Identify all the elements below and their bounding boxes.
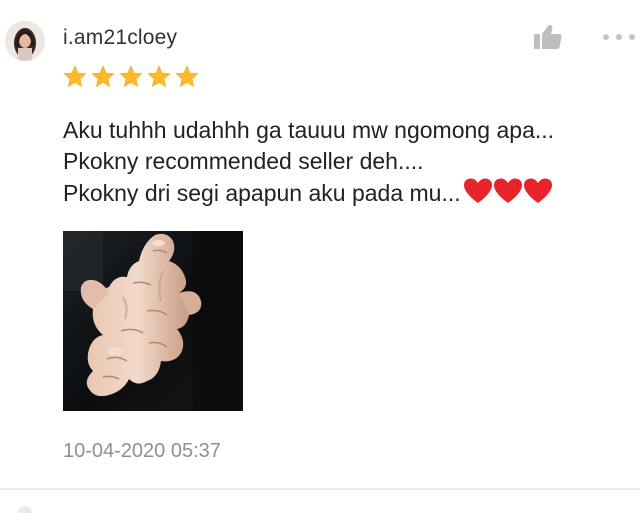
- review-photo[interactable]: [63, 231, 243, 411]
- ginger-root-photo: [63, 231, 243, 411]
- star-icon: [175, 65, 199, 87]
- avatar-photo: [5, 21, 45, 61]
- next-review-avatar-peek: [18, 506, 32, 513]
- red-heart-icons: [463, 178, 552, 203]
- comment-line-2: Pkokny recommended seller deh....: [63, 148, 424, 174]
- comment-line-3-text: Pkokny dri segi apapun aku pada mu...: [63, 180, 461, 206]
- like-button[interactable]: [532, 23, 564, 51]
- hearts-emoji: [463, 177, 553, 213]
- review-comment: Aku tuhhh udahhh ga tauuu mw ngomong apa…: [63, 115, 635, 213]
- review-divider: [0, 488, 640, 490]
- more-dots-icon: [603, 34, 635, 40]
- user-avatar[interactable]: [5, 21, 45, 61]
- star-icon: [63, 65, 87, 87]
- review-card: i.am21cloey Aku tuhhh udahhh ga tauuu mw…: [0, 0, 640, 488]
- comment-line-3: Pkokny dri segi apapun aku pada mu...: [63, 177, 635, 213]
- thumbs-up-icon: [534, 24, 562, 49]
- star-icon: [147, 65, 171, 87]
- star-icon: [119, 65, 143, 87]
- reviewer-username[interactable]: i.am21cloey: [63, 24, 177, 52]
- review-timestamp: 10-04-2020 05:37: [63, 440, 221, 462]
- star-rating: [62, 64, 200, 92]
- star-icon: [91, 65, 115, 87]
- more-options-button[interactable]: [600, 25, 638, 49]
- comment-line-1: Aku tuhhh udahhh ga tauuu mw ngomong apa…: [63, 117, 555, 143]
